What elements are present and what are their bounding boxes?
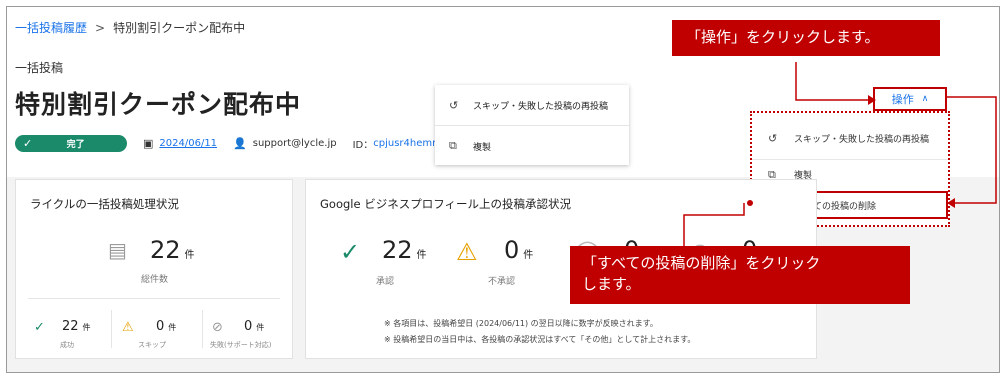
user-item: 👤 support@lycle.jp xyxy=(233,137,337,150)
total-count-value: 22 xyxy=(150,236,181,264)
skip-count: 0件 xyxy=(156,319,176,334)
rejected-count-unit: 件 xyxy=(523,250,534,261)
card1-col-divider-1 xyxy=(111,310,112,348)
status-badge: ✓ 完了 xyxy=(15,134,127,152)
popup-repost-label: スキップ・失敗した投稿の再投稿 xyxy=(473,101,609,112)
callout-click-delete-all: 「すべての投稿の削除」をクリック します。 xyxy=(570,246,910,304)
id-label: ID： xyxy=(352,139,374,151)
success-label: 成功 xyxy=(60,341,74,349)
approval-card-title: Google ビジネスプロフィール上の投稿承認状況 xyxy=(320,197,571,211)
check-icon: ✓ xyxy=(23,136,33,150)
breadcrumb-separator: > xyxy=(95,21,106,35)
check-icon: ✓ xyxy=(34,320,45,335)
note-line-1: ※ 各項目は、投稿希望日 (2024/06/11) の翌日以降に数字が反映されま… xyxy=(384,319,658,328)
skip-label: スキップ xyxy=(138,341,166,349)
card1-divider xyxy=(28,298,280,299)
check-icon: ✓ xyxy=(340,238,361,266)
failed-count: 0件 xyxy=(244,319,264,334)
callout-bottom-line-1: 「すべての投稿の削除」をクリック xyxy=(582,254,821,272)
page-title: 特別割引クーポン配布中 xyxy=(15,90,302,119)
failed-count-unit: 件 xyxy=(256,323,265,332)
success-count-value: 22 xyxy=(62,319,79,334)
person-icon: 👤 xyxy=(233,136,247,150)
skip-count-value: 0 xyxy=(156,319,165,334)
failed-label: 失敗(サポート対応) xyxy=(210,341,272,349)
approved-count: 22 件 xyxy=(382,236,427,264)
meta-row: ✓ 完了 ▣ 2024/06/11 👤 support@lycle.jp ID：… xyxy=(15,134,471,152)
approved-label: 承認 xyxy=(376,277,395,287)
skip-count-unit: 件 xyxy=(168,323,177,332)
chevron-up-icon: ∧ xyxy=(921,94,929,104)
action-popup: ↺ スキップ・失敗した投稿の再投稿 ⧉ 複製 xyxy=(435,85,629,165)
callout-top-text: 「操作」をクリックします。 xyxy=(686,28,880,46)
blocked-icon: ⊘ xyxy=(212,320,223,335)
approved-count-unit: 件 xyxy=(416,250,427,261)
undo-icon: ↺ xyxy=(449,98,459,112)
breadcrumb: 一括投稿履歴 > 特別割引クーポン配布中 xyxy=(15,19,245,36)
post-add-icon: ▤ xyxy=(108,238,127,262)
total-count: 22 件 xyxy=(150,236,195,264)
page-subtitle: 一括投稿 xyxy=(15,61,64,75)
breadcrumb-current: 特別割引クーポン配布中 xyxy=(113,21,246,35)
note-line-2: ※ 投稿希望日の当日中は、各投稿の承認状況はすべて「その他」として計上されます。 xyxy=(384,335,696,344)
status-badge-label: 完了 xyxy=(66,139,85,150)
callout-click-operation: 「操作」をクリックします。 xyxy=(672,20,940,56)
menu-repost-item[interactable]: ↺ スキップ・失敗した投稿の再投稿 xyxy=(752,123,948,153)
warning-icon: ⚠ xyxy=(122,320,134,335)
warning-icon: ⚠ xyxy=(456,238,478,266)
user-email: support@lycle.jp xyxy=(252,137,337,149)
popup-repost-item[interactable]: ↺ スキップ・失敗した投稿の再投稿 xyxy=(435,85,629,125)
operation-button-label: 操作 xyxy=(891,93,914,106)
undo-icon: ↺ xyxy=(768,131,778,145)
rejected-count: 0件 xyxy=(504,236,533,264)
card1-col-divider-2 xyxy=(202,310,203,348)
app-window: 一括投稿履歴 > 特別割引クーポン配布中 一括投稿 特別割引クーポン配布中 ✓ 完了… xyxy=(6,6,1000,373)
breadcrumb-parent-link[interactable]: 一括投稿履歴 xyxy=(15,21,87,35)
success-count-unit: 件 xyxy=(82,323,91,332)
total-count-label: 総件数 xyxy=(141,275,169,285)
rejected-label: 不承認 xyxy=(488,277,516,287)
callout-bottom-line-2: します。 xyxy=(582,275,641,293)
approved-count-value: 22 xyxy=(382,236,413,264)
date-item: ▣ 2024/06/11 xyxy=(143,137,217,150)
calendar-icon: ▣ xyxy=(143,136,154,150)
menu-repost-label: スキップ・失敗した投稿の再投稿 xyxy=(794,134,930,145)
operation-button[interactable]: 操作 ∧ xyxy=(873,87,947,111)
rejected-count-value: 0 xyxy=(504,236,520,264)
processing-status-card: ライクルの一括投稿処理状況 ▤ 22 件 総件数 ✓ 22 件 成功 ⚠ 0件 スキ… xyxy=(15,179,293,359)
success-count: 22 件 xyxy=(62,319,91,334)
failed-count-value: 0 xyxy=(244,319,253,334)
post-date-link[interactable]: 2024/06/11 xyxy=(159,138,217,149)
popup-duplicate-label: 複製 xyxy=(473,142,492,153)
processing-card-title: ライクルの一括投稿処理状況 xyxy=(30,197,179,211)
popup-duplicate-item[interactable]: ⧉ 複製 xyxy=(435,125,629,166)
copy-icon: ⧉ xyxy=(449,139,457,152)
total-count-unit: 件 xyxy=(184,250,195,261)
